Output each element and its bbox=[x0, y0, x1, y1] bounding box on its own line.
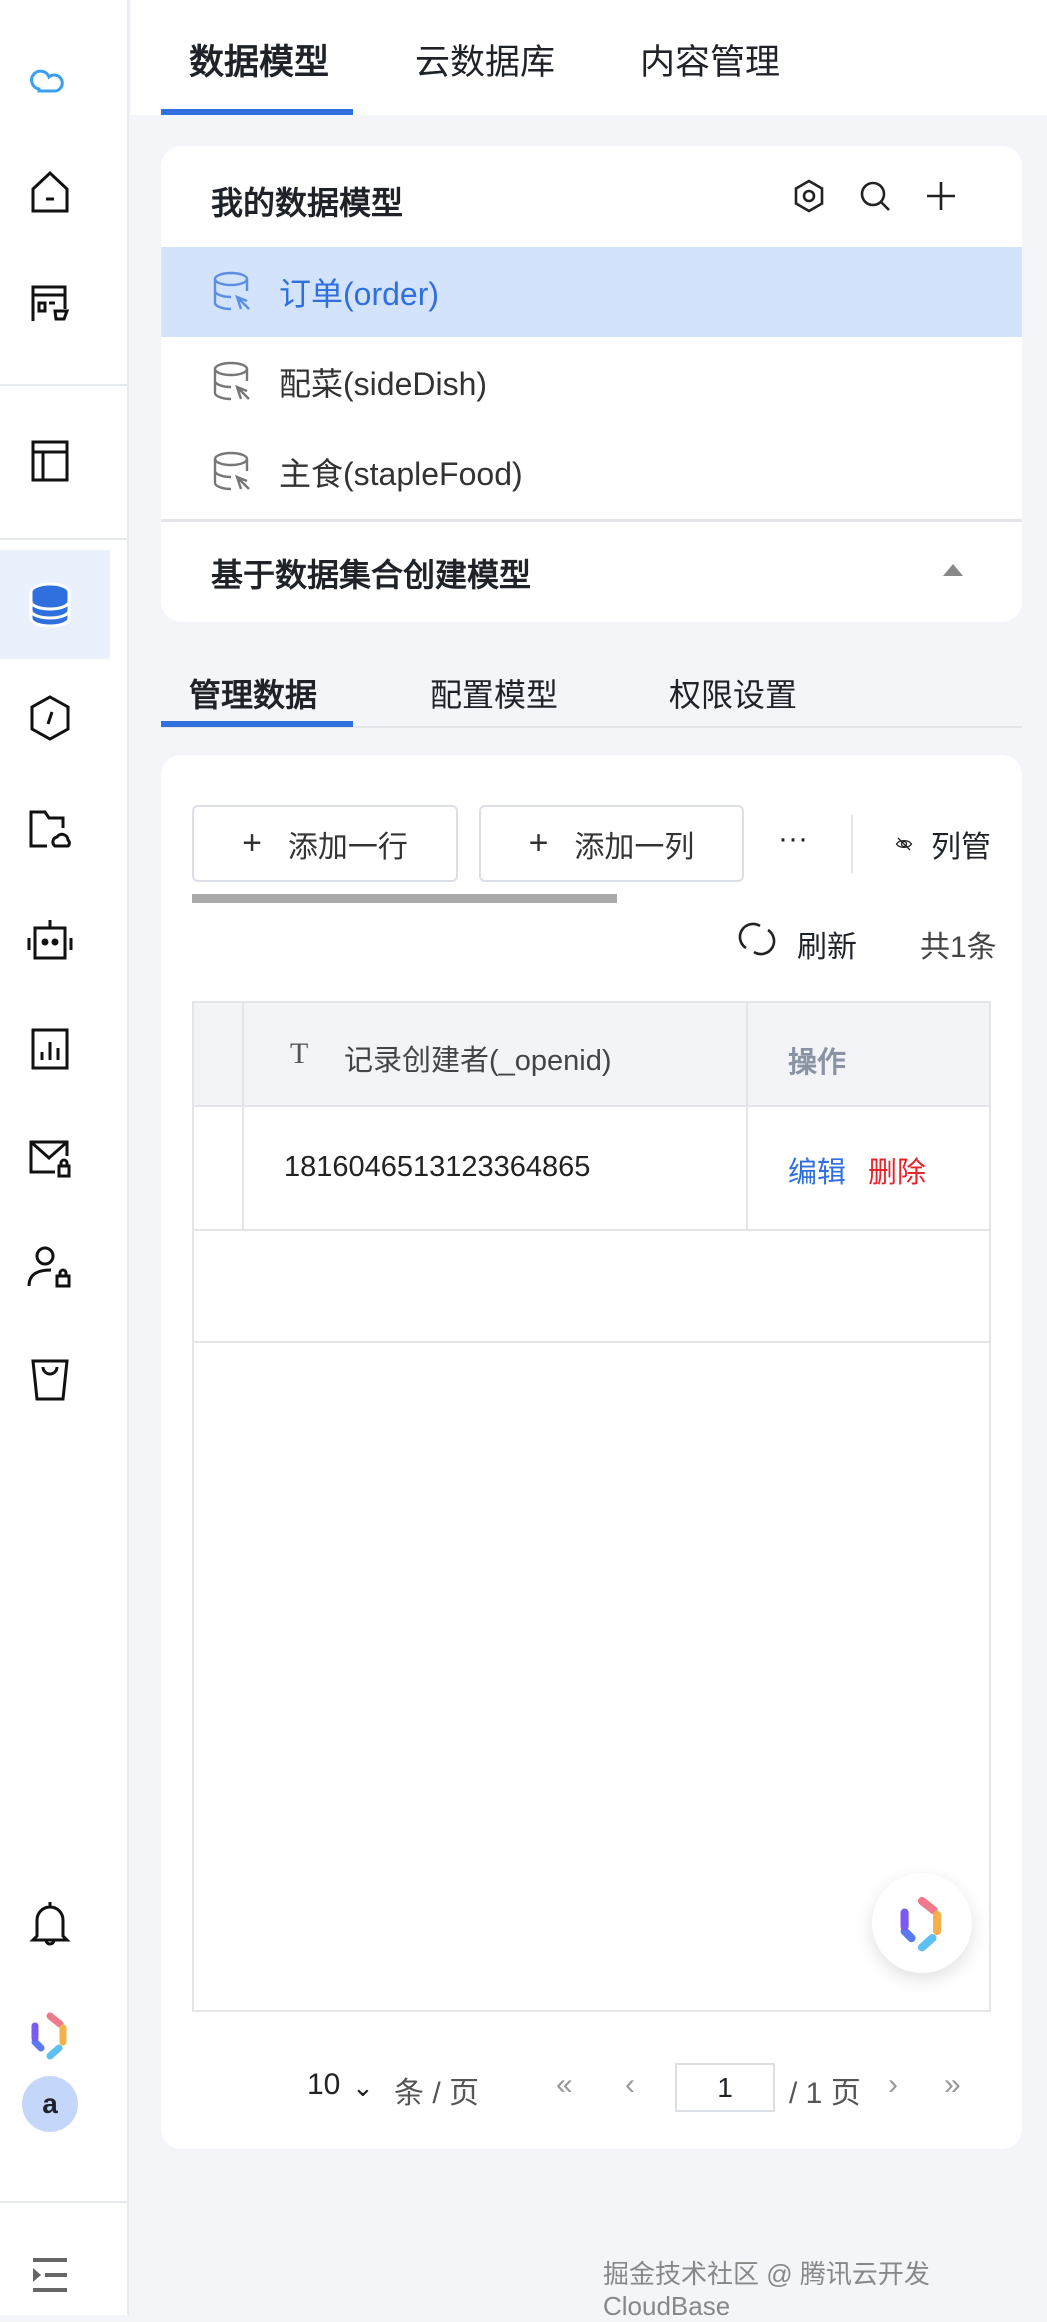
chart-icon[interactable] bbox=[25, 1024, 75, 1074]
cloud-logo-icon[interactable] bbox=[25, 55, 75, 105]
layout-icon[interactable] bbox=[25, 436, 75, 486]
model-label: 主食(stapleFood) bbox=[279, 456, 523, 492]
page-size-select[interactable]: 10 bbox=[307, 2068, 340, 2102]
settings-icon[interactable] bbox=[791, 178, 827, 214]
database-icon[interactable] bbox=[25, 580, 75, 630]
user-lock-icon[interactable] bbox=[25, 1242, 75, 1292]
plus-icon: + bbox=[528, 824, 549, 862]
per-page-label: 条 / 页 bbox=[394, 2077, 480, 2110]
total-count: 共1条 bbox=[920, 931, 997, 964]
avatar[interactable]: a bbox=[22, 2076, 78, 2132]
row-divider bbox=[194, 1229, 989, 1231]
cell-openid: 1816046513123364865 bbox=[284, 1151, 591, 1183]
text-type-icon: T bbox=[290, 1037, 309, 1070]
model-label: 订单(order) bbox=[279, 276, 440, 312]
data-model-panel: 我的数据模型 订单(order) 配菜(sideDish) 主食(stapleF… bbox=[161, 146, 1022, 622]
model-item-order[interactable]: 订单(order) bbox=[161, 247, 1022, 337]
subtab-manage-data[interactable]: 管理数据 bbox=[189, 670, 317, 716]
sidebar: a bbox=[0, 0, 129, 2315]
search-icon[interactable] bbox=[857, 178, 893, 214]
model-icon bbox=[213, 361, 250, 401]
column-header-actions: 操作 bbox=[788, 1047, 847, 1079]
add-column-button[interactable]: + 添加一列 bbox=[479, 805, 744, 882]
page-input[interactable]: 1 bbox=[675, 2063, 775, 2112]
subtab-configure-model[interactable]: 配置模型 bbox=[430, 670, 558, 716]
model-icon bbox=[213, 451, 250, 491]
column-manage-button[interactable]: 列管 bbox=[895, 822, 991, 866]
toolbar-scrollbar[interactable] bbox=[192, 894, 617, 903]
bag-icon[interactable] bbox=[25, 1355, 75, 1405]
column-divider bbox=[242, 1003, 244, 1229]
divider bbox=[161, 519, 1022, 522]
edit-link[interactable]: 编辑 bbox=[788, 1149, 846, 1191]
chevron-down-icon[interactable]: ⌄ bbox=[352, 2072, 374, 2103]
folder-cloud-icon[interactable] bbox=[25, 804, 75, 854]
row-divider bbox=[194, 1341, 989, 1343]
first-page-icon[interactable]: « bbox=[556, 2068, 573, 2102]
prev-page-icon[interactable]: ‹ bbox=[625, 2068, 635, 2102]
caret-up-icon[interactable] bbox=[943, 564, 963, 576]
column-divider bbox=[746, 1003, 748, 1229]
ai-star-icon[interactable] bbox=[25, 2010, 75, 2060]
ai-assistant-button[interactable] bbox=[872, 1873, 972, 1973]
model-item-staplefood[interactable]: 主食(stapleFood) bbox=[161, 427, 1022, 517]
bell-icon[interactable] bbox=[25, 1898, 75, 1948]
tab-cloud-database[interactable]: 云数据库 bbox=[415, 34, 555, 85]
divider bbox=[851, 815, 853, 873]
add-model-icon[interactable] bbox=[923, 178, 959, 214]
store-cart-icon[interactable] bbox=[25, 279, 75, 329]
total-pages: / 1 页 bbox=[789, 2077, 861, 2110]
active-tab-indicator bbox=[161, 109, 353, 115]
data-table: T 记录创建者(_openid) 操作 1816046513123364865 … bbox=[192, 1001, 991, 2012]
top-tabs: 数据模型 云数据库 内容管理 bbox=[131, 0, 1047, 115]
function-icon[interactable] bbox=[25, 693, 75, 743]
divider bbox=[0, 2201, 128, 2203]
robot-icon[interactable] bbox=[25, 914, 75, 964]
watermark: 掘金技术社区 @ 腾讯云开发CloudBase bbox=[603, 2259, 930, 2321]
divider bbox=[0, 538, 128, 540]
model-item-sidedish[interactable]: 配菜(sideDish) bbox=[161, 337, 1022, 427]
add-row-button[interactable]: + 添加一行 bbox=[192, 805, 458, 882]
create-from-collection-toggle[interactable]: 基于数据集合创建模型 bbox=[211, 550, 531, 596]
collapse-sidebar-icon[interactable] bbox=[25, 2250, 75, 2300]
subtab-permissions[interactable]: 权限设置 bbox=[669, 670, 797, 716]
refresh-button[interactable]: 刷新 bbox=[797, 922, 857, 966]
active-subtab-indicator bbox=[161, 721, 353, 727]
delete-link[interactable]: 删除 bbox=[868, 1149, 926, 1191]
column-header-openid[interactable]: 记录创建者(_openid) bbox=[344, 1037, 612, 1079]
tab-content-management[interactable]: 内容管理 bbox=[640, 34, 780, 85]
eye-off-icon bbox=[895, 837, 913, 851]
home-icon[interactable] bbox=[25, 167, 75, 217]
model-label: 配菜(sideDish) bbox=[279, 366, 488, 402]
divider bbox=[0, 384, 128, 386]
ai-star-icon bbox=[900, 1896, 942, 1952]
more-button[interactable]: ··· bbox=[778, 822, 808, 856]
next-page-icon[interactable]: › bbox=[888, 2068, 898, 2102]
mail-lock-icon[interactable] bbox=[25, 1132, 75, 1182]
tab-data-model[interactable]: 数据模型 bbox=[189, 34, 329, 85]
last-page-icon[interactable]: » bbox=[944, 2068, 961, 2102]
refresh-icon[interactable] bbox=[738, 920, 776, 958]
model-icon bbox=[213, 271, 250, 311]
plus-icon: + bbox=[242, 824, 262, 862]
panel-title: 我的数据模型 bbox=[211, 185, 404, 221]
